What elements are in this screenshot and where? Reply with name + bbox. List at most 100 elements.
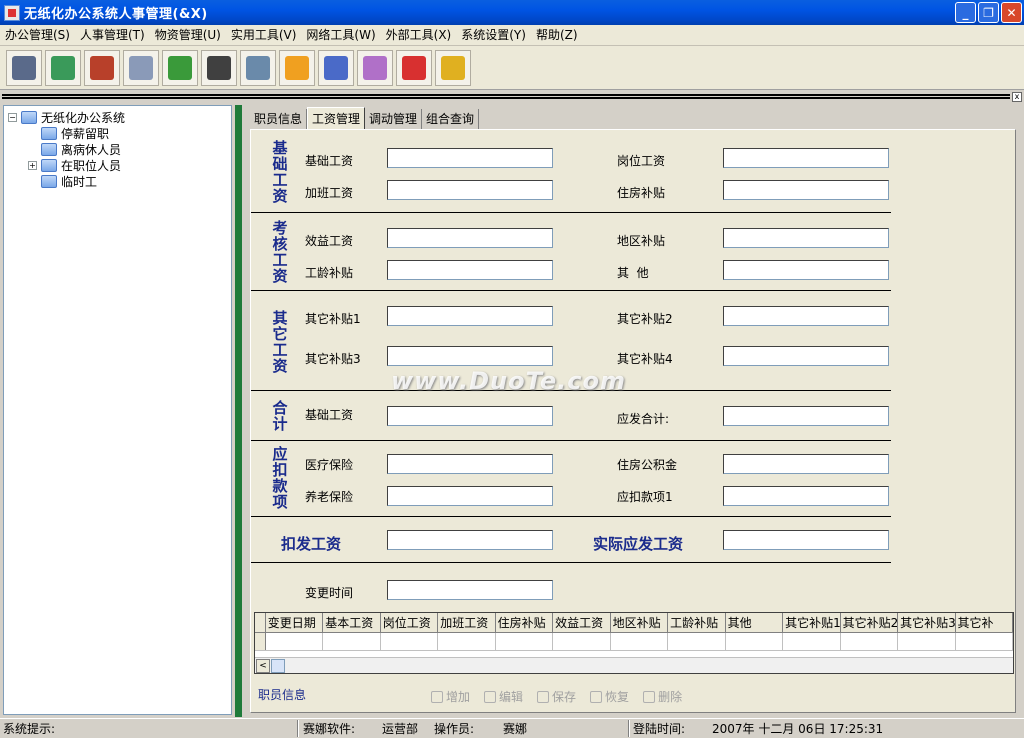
grid-cell[interactable] (668, 633, 726, 650)
others-input[interactable] (723, 260, 889, 280)
grid-cell[interactable] (438, 633, 496, 650)
salary-history-grid[interactable]: 变更日期 基本工资 岗位工资 加班工资 住房补贴 效益工资 地区补贴 工龄补贴 其他 其它补贴1 其… (254, 612, 1014, 674)
tree-root[interactable]: − 无纸化办公系统 (8, 109, 125, 125)
network-icon (51, 55, 75, 80)
tree-item-suspended[interactable]: 停薪留职 (41, 125, 109, 141)
actual-salary-input[interactable] (723, 530, 889, 550)
splitter[interactable] (233, 105, 242, 717)
grid-cell[interactable] (266, 633, 324, 650)
other-subsidy-1-input[interactable] (387, 306, 553, 326)
horizontal-scrollbar[interactable]: < (255, 657, 1013, 673)
tab-salary[interactable]: 工资管理 (307, 107, 366, 129)
toolbar-button[interactable] (279, 49, 315, 86)
grid-cell[interactable] (496, 633, 554, 650)
tree-expand-icon[interactable]: + (28, 160, 37, 170)
table-row[interactable] (255, 633, 1013, 651)
menu-materials[interactable]: 物资管理(U) (150, 26, 226, 45)
grid-cell[interactable] (956, 633, 1013, 650)
menu-settings[interactable]: 系统设置(Y) (456, 26, 531, 45)
grid-column-header[interactable]: 效益工资 (553, 613, 611, 632)
grid-column-header[interactable]: 工龄补贴 (668, 613, 726, 632)
toolbar-button[interactable] (435, 49, 471, 86)
pension-insurance-input[interactable] (387, 486, 553, 506)
grid-cell[interactable] (381, 633, 439, 650)
tree-collapse-icon[interactable]: − (8, 112, 17, 122)
grid-cell[interactable] (323, 633, 381, 650)
strip-close-icon[interactable]: x (1012, 92, 1022, 102)
grid-column-header[interactable]: 基本工资 (323, 613, 381, 632)
grid-column-header[interactable]: 其他 (726, 613, 784, 632)
grid-column-header[interactable]: 其它补 (956, 613, 1013, 632)
edit-icon (484, 690, 497, 703)
grid-column-header[interactable]: 其它补贴2 (841, 613, 899, 632)
tree-item-active-staff[interactable]: + 在职位人员 (28, 157, 121, 173)
toolbar-button[interactable] (123, 49, 159, 86)
grid-cell[interactable] (898, 633, 956, 650)
other-subsidy-4-input[interactable] (723, 346, 889, 366)
other-subsidy-2-input[interactable] (723, 306, 889, 326)
restore-icon (590, 690, 603, 703)
add-button[interactable]: 增加 (431, 688, 470, 705)
status-hint: 系统提示: (3, 722, 56, 736)
region-subsidy-input[interactable] (723, 228, 889, 248)
sun-icon (285, 55, 309, 80)
medical-insurance-input[interactable] (387, 454, 553, 474)
other-subsidy-3-input[interactable] (387, 346, 553, 366)
toolbar-button[interactable] (84, 49, 120, 86)
total-payable-input[interactable] (723, 406, 889, 426)
edit-button[interactable]: 编辑 (484, 688, 523, 705)
seniority-subsidy-input[interactable] (387, 260, 553, 280)
menu-tools[interactable]: 实用工具(V) (226, 26, 302, 45)
toolbar-button[interactable] (45, 49, 81, 86)
grid-column-header[interactable]: 变更日期 (266, 613, 324, 632)
close-button[interactable]: ✕ (1001, 2, 1022, 23)
toolbar-button[interactable] (201, 49, 237, 86)
menu-office[interactable]: 办公管理(S) (0, 26, 75, 45)
tab-transfer[interactable]: 调动管理 (365, 109, 423, 129)
grid-cell[interactable] (553, 633, 611, 650)
grid-column-header[interactable]: 其它补贴1 (783, 613, 841, 632)
toolbar-button[interactable] (318, 49, 354, 86)
housing-subsidy-input[interactable] (723, 180, 889, 200)
grid-column-header[interactable]: 其它补贴3 (898, 613, 956, 632)
deduction-1-input[interactable] (723, 486, 889, 506)
scroll-left-icon[interactable]: < (256, 659, 270, 673)
grid-cell[interactable] (726, 633, 784, 650)
change-time-input[interactable] (387, 580, 553, 600)
grid-column-header[interactable]: 住房补贴 (496, 613, 554, 632)
post-salary-input[interactable] (723, 148, 889, 168)
toolbar-button[interactable] (162, 49, 198, 86)
save-button[interactable]: 保存 (537, 688, 576, 705)
toolbar-button[interactable] (357, 49, 393, 86)
tree-item-sick-leave[interactable]: 离病休人员 (41, 141, 121, 157)
benefit-salary-input[interactable] (387, 228, 553, 248)
grid-column-header[interactable]: 地区补贴 (611, 613, 669, 632)
minimize-button[interactable]: _ (955, 2, 976, 23)
total-base-input[interactable] (387, 406, 553, 426)
grid-column-header[interactable]: 岗位工资 (381, 613, 439, 632)
base-salary-input[interactable] (387, 148, 553, 168)
grid-column-header[interactable]: 加班工资 (438, 613, 496, 632)
tree-item-temp[interactable]: 临时工 (41, 173, 97, 189)
scroll-thumb[interactable] (271, 659, 285, 673)
housing-fund-input[interactable] (723, 454, 889, 474)
tab-staff-info[interactable]: 职员信息 (250, 109, 308, 129)
toolbar-button[interactable] (396, 49, 432, 86)
strip-bar (2, 94, 1010, 99)
menu-external[interactable]: 外部工具(X) (381, 26, 457, 45)
delete-button[interactable]: 删除 (643, 688, 682, 705)
menu-network[interactable]: 网络工具(W) (301, 26, 380, 45)
restore-button[interactable]: ❐ (978, 2, 999, 23)
toolbar-button[interactable] (6, 49, 42, 86)
menu-personnel[interactable]: 人事管理(T) (75, 26, 150, 45)
toolbar-button[interactable] (240, 49, 276, 86)
grid-cell[interactable] (611, 633, 669, 650)
grid-cell[interactable] (783, 633, 841, 650)
grid-cell[interactable] (841, 633, 899, 650)
section-deduct-title: 应扣款项 (272, 445, 288, 511)
menu-help[interactable]: 帮助(Z) (531, 26, 583, 45)
deduct-salary-input[interactable] (387, 530, 553, 550)
overtime-salary-input[interactable] (387, 180, 553, 200)
restore-data-button[interactable]: 恢复 (590, 688, 629, 705)
tab-query[interactable]: 组合查询 (422, 109, 480, 129)
